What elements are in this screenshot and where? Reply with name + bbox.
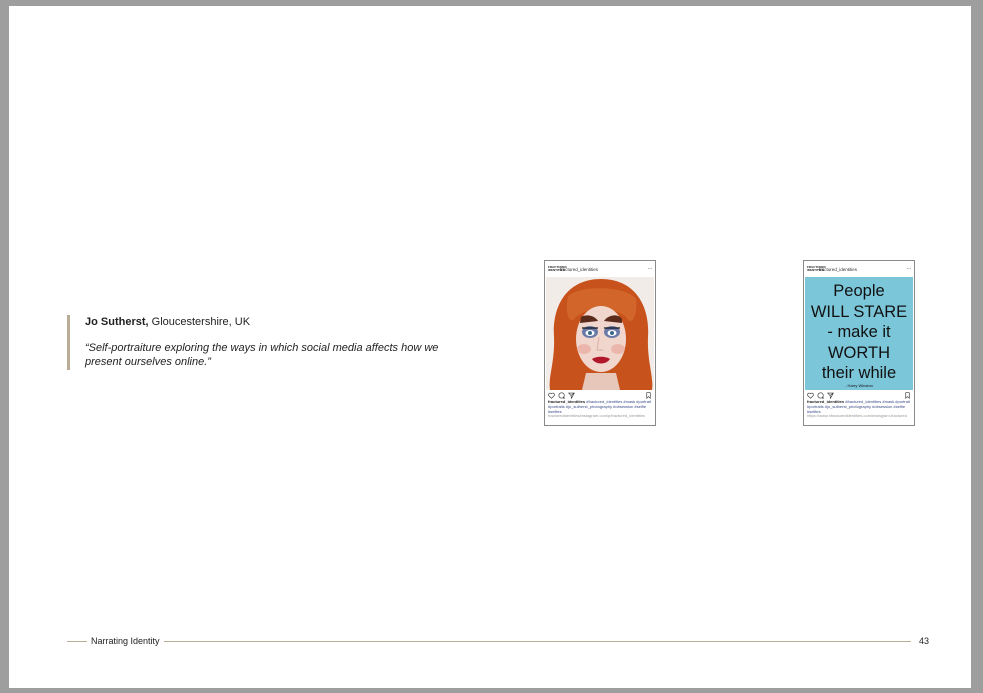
footer-lead-rule <box>67 640 87 642</box>
portrait-illustration <box>549 279 653 390</box>
footer-rule <box>163 640 911 642</box>
caption-link: fracturedidentities/instagram.com/p/frac… <box>548 413 646 419</box>
post-username: fractured_identities <box>560 266 599 272</box>
artist-quote-block: Jo Sutherst, Gloucestershire, UK “Self-p… <box>67 315 445 370</box>
share-icon[interactable] <box>568 392 575 399</box>
document-page: Jo Sutherst, Gloucestershire, UK “Self-p… <box>9 6 971 688</box>
poster-line: - make it <box>827 323 891 341</box>
post-caption: fractured_identities #fractured_identiti… <box>804 399 914 419</box>
comment-icon[interactable] <box>817 392 824 399</box>
footer-title: Narrating Identity <box>91 636 160 646</box>
author-name: Jo Sutherst, <box>85 316 149 328</box>
poster-line: WORTH <box>827 343 891 362</box>
caption-link: https://www.nfracturedidentities.com/ins… <box>807 413 907 419</box>
poster-line: People <box>833 282 885 300</box>
instagram-post-portrait: FRACTURED IDENTITIES fractured_identitie… <box>544 260 656 426</box>
share-icon[interactable] <box>827 392 834 399</box>
post-header: FRACTURED IDENTITIES fractured_identitie… <box>545 261 655 277</box>
page-number: 43 <box>918 636 929 646</box>
more-options-icon: ··· <box>906 266 912 272</box>
poster-line: WILL STARE <box>810 302 908 321</box>
comment-icon[interactable] <box>558 392 565 399</box>
profile-logo: FRACTURED IDENTITIES <box>548 265 567 272</box>
post-caption: fractured_identities #fractured_identiti… <box>545 399 655 419</box>
author-location: Gloucestershire, UK <box>151 316 251 328</box>
post-header: FRACTURED IDENTITIES fractured_identitie… <box>804 261 914 277</box>
instagram-post-poster: FRACTURED IDENTITIES fractured_identitie… <box>803 260 915 426</box>
poster-line: their while <box>821 364 897 382</box>
author-line: Jo Sutherst, Gloucestershire, UK <box>85 315 445 329</box>
portrait-photo <box>546 277 654 390</box>
page-footer: Narrating Identity 43 <box>67 635 929 647</box>
profile-logo: FRACTURED IDENTITIES <box>807 265 826 272</box>
poster-text: People WILL STARE - make it WORTH their … <box>805 281 913 384</box>
poster-credit: - Harry Winston <box>845 383 873 388</box>
like-icon[interactable] <box>548 392 555 399</box>
more-options-icon: ··· <box>647 266 653 272</box>
post-username: fractured_identities <box>819 266 858 272</box>
quote-text: “Self-portraiture exploring the ways in … <box>85 342 439 368</box>
bookmark-icon[interactable] <box>904 391 911 399</box>
bookmark-icon[interactable] <box>645 391 652 399</box>
quote-poster-image: People WILL STARE - make it WORTH their … <box>805 277 913 390</box>
like-icon[interactable] <box>807 392 814 399</box>
